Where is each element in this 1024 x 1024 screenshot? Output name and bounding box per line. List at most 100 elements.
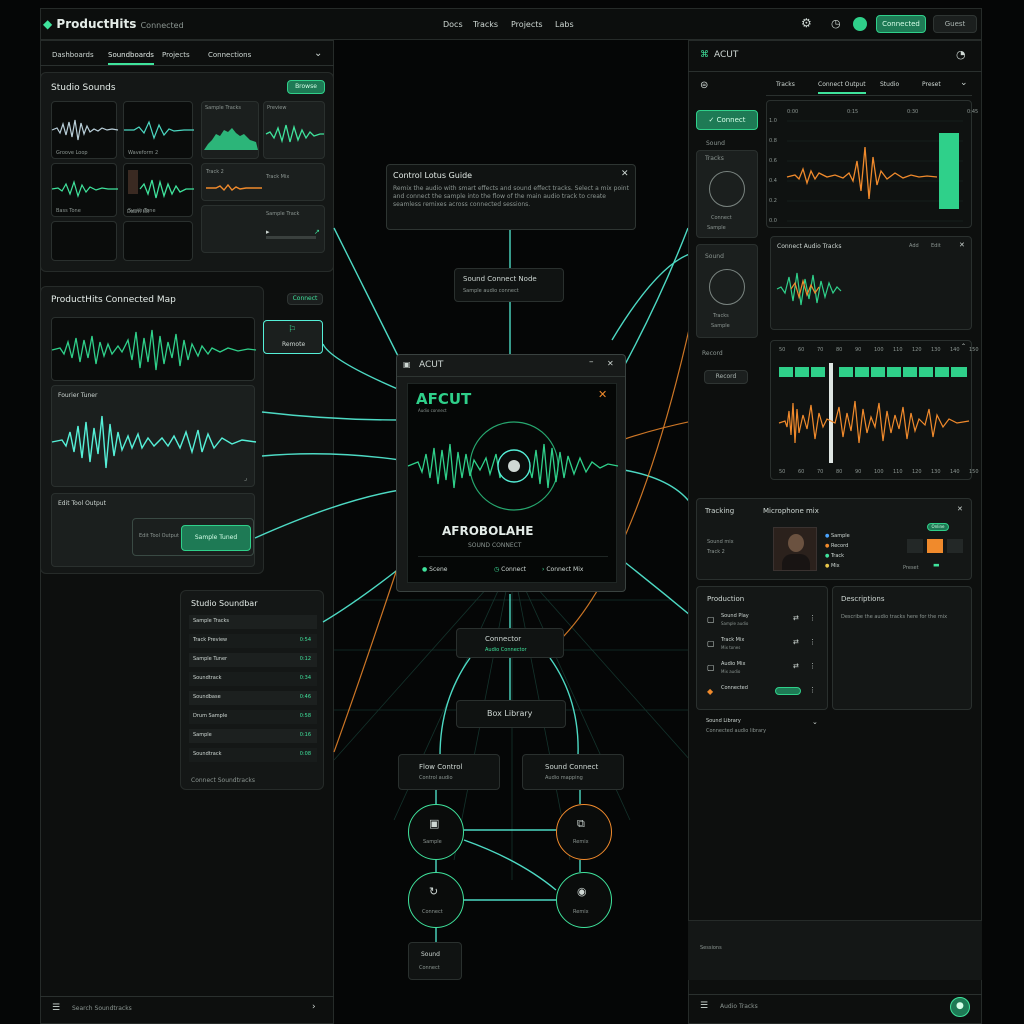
- chip-scene[interactable]: ● Scene: [422, 566, 447, 573]
- close-icon[interactable]: ✕: [621, 169, 629, 179]
- status-dot-icon[interactable]: [853, 17, 867, 31]
- mic-button[interactable]: ●: [950, 997, 970, 1017]
- help-icon[interactable]: ◔: [956, 48, 966, 61]
- side-active[interactable]: ✓ Connect: [696, 110, 758, 130]
- tab-connect-output[interactable]: Connect Output: [818, 81, 866, 94]
- sample-tuned-button[interactable]: Sample Tuned: [181, 525, 251, 551]
- queue-row[interactable]: Drum Sample 0:58: [189, 710, 317, 724]
- close-icon[interactable]: ✕: [607, 359, 614, 368]
- side-dial-card[interactable]: Tracks Connect Sample: [696, 150, 758, 238]
- tab-connections[interactable]: Connections: [208, 51, 251, 59]
- tool-row[interactable]: ▢ Sound Play Sample audio ⇄ ⋮: [705, 611, 821, 631]
- tool-action-icon[interactable]: ⇄: [793, 638, 799, 646]
- add-action[interactable]: Add: [909, 243, 919, 249]
- footer-search[interactable]: Search Soundtracks: [72, 1005, 132, 1012]
- slider-track[interactable]: [266, 236, 316, 239]
- tab-studio[interactable]: Studio: [880, 81, 899, 88]
- list-icon[interactable]: ☰: [700, 1001, 708, 1011]
- chevron-right-icon[interactable]: ›: [312, 1002, 316, 1012]
- chevron-down-icon[interactable]: ⌄: [960, 78, 968, 88]
- control-block[interactable]: [947, 539, 963, 553]
- knob[interactable]: [709, 269, 745, 305]
- map-wave-1[interactable]: [51, 317, 257, 381]
- sound-connect-node[interactable]: Sound Connect Node Sample audio connect: [454, 268, 564, 302]
- side-dial-card-2[interactable]: Sound Tracks Sample: [696, 244, 758, 338]
- thumb-10[interactable]: [123, 221, 193, 261]
- guest-button[interactable]: Guest: [933, 15, 977, 33]
- tool-row[interactable]: ▢ Track Mix Mix tones ⇄ ⋮: [705, 635, 821, 655]
- tool-status[interactable]: [775, 687, 801, 695]
- tool-more-icon[interactable]: ⋮: [809, 662, 816, 670]
- queue-row[interactable]: Soundtrack 0:34: [189, 672, 317, 686]
- queue-row[interactable]: Sample Tuner 0:12: [189, 653, 317, 667]
- chip-connect-mix[interactable]: › Connect Mix: [542, 566, 583, 573]
- connector-hub[interactable]: Connector Audio Connector: [456, 628, 564, 658]
- library-expander[interactable]: Sound Library Connected audio library ⌄: [700, 716, 826, 740]
- link-icon[interactable]: ↗: [314, 228, 320, 236]
- tab-tracks[interactable]: Tracks: [776, 81, 795, 88]
- tool-more-icon[interactable]: ⋮: [809, 686, 816, 694]
- clock-icon[interactable]: ◷: [831, 17, 841, 30]
- nav-projects[interactable]: Projects: [511, 20, 543, 29]
- close-icon[interactable]: ✕: [598, 388, 607, 401]
- toggle-icon[interactable]: ▬: [933, 561, 940, 569]
- tool-action-icon[interactable]: ⇄: [793, 614, 799, 622]
- queue-row[interactable]: Sample Tracks: [189, 615, 317, 629]
- flow-node-sample[interactable]: ▣ Sample: [408, 804, 464, 860]
- nav-labs[interactable]: Labs: [555, 20, 574, 29]
- flow-node-remix-2[interactable]: ◉ Remix: [556, 872, 612, 928]
- chevron-down-icon[interactable]: ⌄: [812, 718, 818, 726]
- control-block-active[interactable]: [927, 539, 943, 553]
- thumb-3[interactable]: Sample Tracks: [201, 101, 259, 159]
- map-section[interactable]: Fourier Tuner ⌟: [51, 385, 257, 487]
- thumb-4[interactable]: Preview: [263, 101, 325, 159]
- map-bottom-chip[interactable]: Edit Tool Output Sample Tuned: [132, 518, 254, 556]
- tab-dashboards[interactable]: Dashboards: [52, 51, 94, 59]
- edit-action[interactable]: Edit: [931, 243, 941, 249]
- browse-button[interactable]: Browse: [287, 80, 325, 94]
- tool-more-icon[interactable]: ⋮: [809, 638, 816, 646]
- thumb-5[interactable]: Bass Tone: [51, 163, 118, 217]
- minimize-icon[interactable]: –: [589, 357, 594, 367]
- nav-tracks[interactable]: Tracks: [473, 20, 498, 29]
- flow-end-card[interactable]: Sound Connect: [408, 942, 462, 980]
- chevron-down-icon[interactable]: ⌄: [314, 48, 322, 59]
- tool-more-icon[interactable]: ⋮: [809, 614, 816, 622]
- map-node-remote[interactable]: ⚐ Remote: [263, 320, 323, 354]
- sound-connect-card[interactable]: Sound Connect Audio mapping: [522, 754, 624, 790]
- play-icon[interactable]: ▸: [266, 228, 270, 236]
- queue-row[interactable]: Sample 0:16: [189, 729, 317, 743]
- tool-row[interactable]: ◆ Connected ⋮: [705, 683, 821, 703]
- record-button[interactable]: Record: [704, 370, 748, 384]
- queue-footer[interactable]: Connect Soundtracks: [191, 777, 255, 784]
- flow-control-card[interactable]: Flow Control Control audio: [398, 754, 500, 790]
- box-library[interactable]: Box Library: [456, 700, 566, 728]
- control-block[interactable]: [907, 539, 923, 553]
- expand-icon[interactable]: ⌃: [961, 343, 966, 350]
- thumb-9[interactable]: [51, 221, 117, 261]
- tool-row[interactable]: ▢ Audio Mix Mix audio ⇄ ⋮: [705, 659, 821, 679]
- chip-connect[interactable]: ◷ Connect: [494, 566, 526, 573]
- thumb-7[interactable]: Track 2 Track Mix: [201, 163, 325, 201]
- settings-icon[interactable]: ⚙: [801, 16, 812, 30]
- thumb-1[interactable]: Groove Loop: [51, 101, 119, 159]
- connected-button[interactable]: Connected: [876, 15, 926, 33]
- flow-node-remix[interactable]: ⧉ Remix: [556, 804, 612, 860]
- flow-node-connect[interactable]: ↻ Connect: [408, 872, 464, 928]
- thumb-8[interactable]: Sample Track ▸ ↗: [201, 205, 325, 253]
- queue-row[interactable]: Soundtrack 0:08: [189, 748, 317, 762]
- close-icon[interactable]: ✕: [959, 241, 965, 249]
- queue-row[interactable]: Soundbase 0:46: [189, 691, 317, 705]
- knob[interactable]: [709, 171, 745, 207]
- close-icon[interactable]: ✕: [957, 505, 963, 513]
- queue-row[interactable]: Track Preview 0:54: [189, 634, 317, 648]
- tool-action-icon[interactable]: ⇄: [793, 662, 799, 670]
- toggle-icon[interactable]: ⊜: [700, 80, 708, 91]
- menu-icon[interactable]: ☰: [52, 1003, 60, 1013]
- resize-icon[interactable]: ⌟: [244, 474, 247, 482]
- tab-soundboards[interactable]: Soundboards: [108, 51, 154, 65]
- app-logo[interactable]: ◆ ProductHits Connected: [43, 17, 184, 31]
- tab-preset[interactable]: Preset: [922, 81, 941, 88]
- thumb-2[interactable]: Waveform 2: [123, 101, 194, 159]
- player-controls[interactable]: [907, 539, 967, 555]
